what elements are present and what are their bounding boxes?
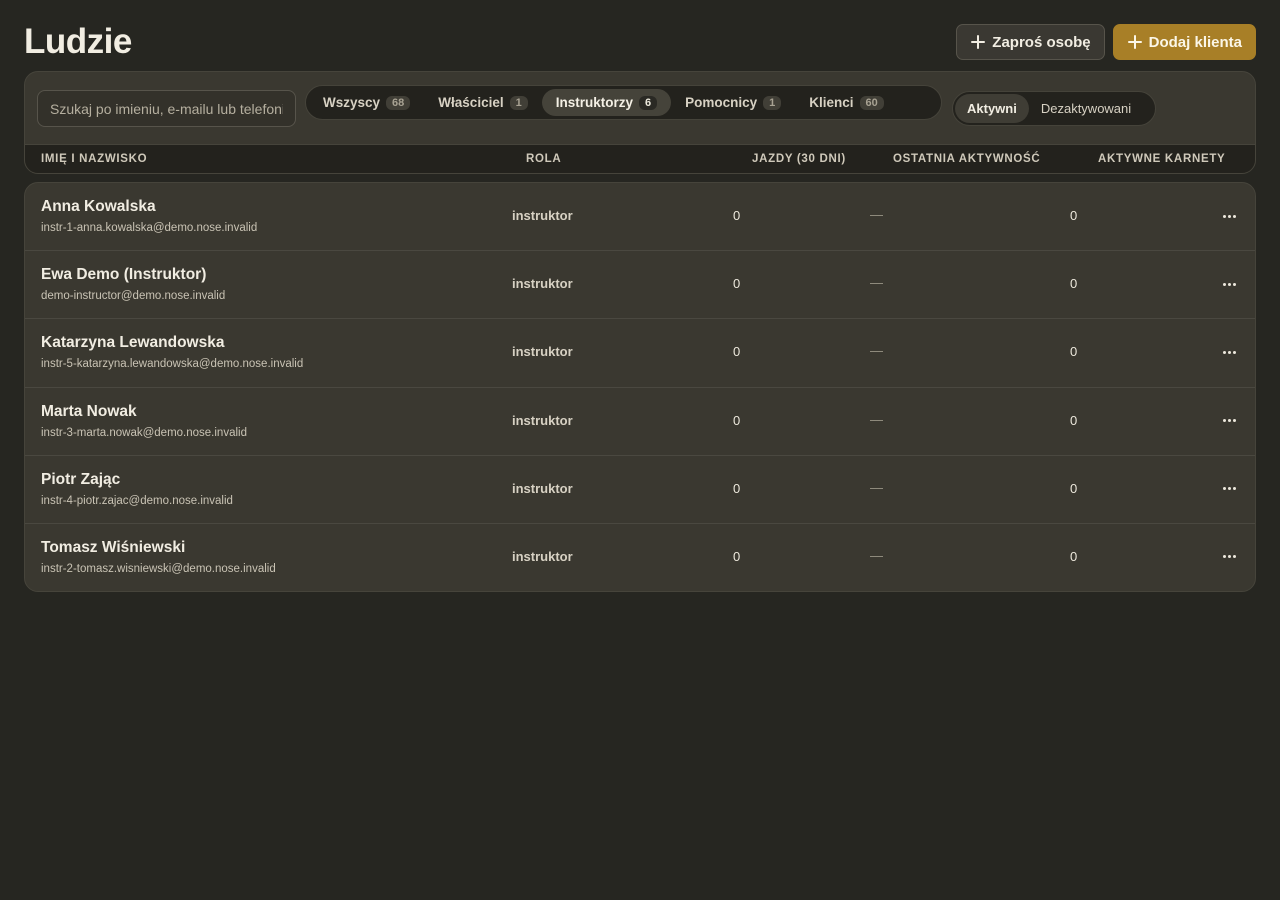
tab-instructors[interactable]: Instruktorzy 6 — [541, 89, 672, 116]
rides-count: 0 — [733, 412, 741, 428]
active-passes: 0 — [1070, 548, 1078, 564]
rides-count: 0 — [733, 548, 741, 564]
tab-label: Właściciel — [438, 95, 504, 110]
search-input[interactable] — [37, 90, 296, 127]
person-email: instr-4-piotr.zajac@demo.nose.invalid — [41, 494, 233, 507]
person-name: Marta Nowak — [41, 402, 137, 420]
person-role: instruktor — [512, 412, 573, 428]
tab-label: Pomocnicy — [685, 95, 758, 110]
active-passes: 0 — [1070, 344, 1078, 360]
add-client-button[interactable]: Dodaj klienta — [1112, 24, 1256, 60]
column-header-role[interactable]: ROLA — [526, 153, 561, 165]
person-email: instr-3-marta.nowak@demo.nose.invalid — [41, 426, 247, 439]
more-horizontal-icon[interactable] — [1217, 274, 1241, 294]
person-email: demo-instructor@demo.nose.invalid — [41, 290, 226, 303]
count-badge: 1 — [763, 95, 782, 110]
table-row[interactable]: Marta Nowak instr-3-marta.nowak@demo.nos… — [25, 388, 1255, 456]
last-activity: — — [870, 343, 883, 359]
last-activity: — — [870, 207, 883, 222]
last-activity: — — [870, 547, 883, 563]
count-badge: 1 — [509, 95, 528, 110]
header-actions: Zaproś osobę Dodaj klienta — [956, 24, 1256, 60]
tab-owner[interactable]: Właściciel 1 — [424, 89, 541, 116]
more-horizontal-icon[interactable] — [1217, 206, 1241, 226]
person-email: instr-5-katarzyna.lewandowska@demo.nose.… — [41, 358, 304, 371]
tab-label: Wszyscy — [323, 95, 381, 110]
last-activity: — — [870, 275, 883, 291]
rides-count: 0 — [733, 480, 741, 496]
person-name: Tomasz Wiśniewski — [41, 538, 186, 556]
table-header: IMIĘ I NAZWISKO ROLA JAZDY (30 DNI) OSTA… — [25, 144, 1255, 173]
tab-active[interactable]: Aktywni — [955, 94, 1029, 123]
more-horizontal-icon[interactable] — [1217, 342, 1241, 362]
person-email: instr-2-tomasz.wisniewski@demo.nose.inva… — [41, 562, 276, 575]
count-badge: 68 — [386, 95, 411, 110]
last-activity: — — [870, 479, 883, 495]
table-row[interactable]: Katarzyna Lewandowska instr-5-katarzyna.… — [25, 319, 1255, 388]
active-passes: 0 — [1070, 412, 1078, 428]
active-passes: 0 — [1070, 208, 1078, 223]
tab-label: Instruktorzy — [555, 95, 633, 110]
page-title: Ludzie — [24, 22, 132, 61]
person-name: Anna Kowalska — [41, 198, 156, 215]
count-badge: 60 — [859, 95, 884, 110]
person-role: instruktor — [512, 208, 573, 223]
people-page: Ludzie Zaproś osobę Dodaj klienta Wszysc… — [0, 0, 1280, 900]
person-role: instruktor — [512, 276, 573, 292]
table-row[interactable]: Piotr Zając instr-4-piotr.zajac@demo.nos… — [25, 456, 1255, 524]
active-passes: 0 — [1070, 276, 1078, 292]
invite-person-button[interactable]: Zaproś osobę — [956, 24, 1105, 60]
rides-count: 0 — [733, 344, 741, 360]
person-role: instruktor — [512, 344, 573, 360]
rides-count: 0 — [733, 208, 741, 223]
last-activity: — — [870, 411, 883, 427]
tab-helpers[interactable]: Pomocnicy 1 — [671, 89, 795, 116]
count-badge: 6 — [638, 95, 658, 110]
add-client-label: Dodaj klienta — [1148, 33, 1242, 51]
plus-icon — [971, 35, 986, 49]
tab-deactivated[interactable]: Dezaktywowani — [1029, 94, 1143, 123]
more-horizontal-icon[interactable] — [1217, 479, 1241, 499]
person-name: Katarzyna Lewandowska — [41, 334, 225, 352]
person-role: instruktor — [512, 548, 573, 564]
status-filter-tabs: Aktywni Dezaktywowani — [952, 91, 1156, 126]
table-row[interactable]: Tomasz Wiśniewski instr-2-tomasz.wisniew… — [25, 524, 1255, 591]
people-table: Anna Kowalska instr-1-anna.kowalska@demo… — [24, 182, 1256, 592]
plus-icon — [1127, 35, 1142, 49]
tab-label: Klienci — [809, 95, 854, 110]
column-header-active-passes[interactable]: AKTYWNE KARNETY — [1098, 153, 1225, 165]
person-email: instr-1-anna.kowalska@demo.nose.invalid — [41, 222, 258, 234]
more-horizontal-icon[interactable] — [1217, 547, 1241, 567]
tab-clients[interactable]: Klienci 60 — [795, 89, 898, 116]
person-name: Piotr Zając — [41, 470, 121, 488]
invite-person-label: Zaproś osobę — [992, 33, 1091, 51]
table-row[interactable]: Anna Kowalska instr-1-anna.kowalska@demo… — [25, 183, 1255, 252]
rides-count: 0 — [733, 276, 741, 292]
column-header-last-activity[interactable]: OSTATNIA AKTYWNOŚĆ — [893, 153, 1040, 165]
active-passes: 0 — [1070, 480, 1078, 496]
column-header-name[interactable]: IMIĘ I NAZWISKO — [41, 153, 147, 165]
person-role: instruktor — [512, 480, 573, 496]
tab-all[interactable]: Wszyscy 68 — [309, 89, 424, 116]
person-name: Ewa Demo (Instruktor) — [41, 266, 207, 284]
table-row[interactable]: Ewa Demo (Instruktor) demo-instructor@de… — [25, 251, 1255, 320]
column-header-rides[interactable]: JAZDY (30 DNI) — [752, 153, 846, 165]
filter-panel: Wszyscy 68 Właściciel 1 Instruktorzy 6 P… — [24, 71, 1256, 174]
more-horizontal-icon[interactable] — [1217, 411, 1241, 431]
role-filter-tabs: Wszyscy 68 Właściciel 1 Instruktorzy 6 P… — [305, 85, 942, 120]
